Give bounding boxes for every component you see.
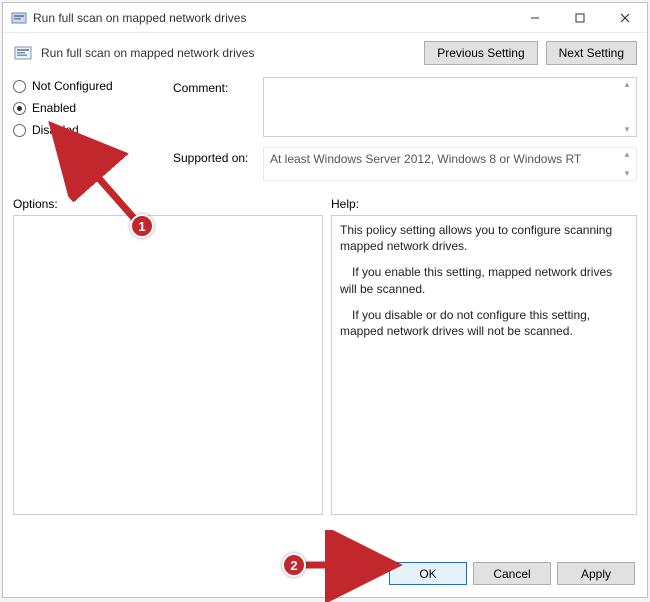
- previous-setting-button[interactable]: Previous Setting: [424, 41, 537, 65]
- help-paragraph: If you enable this setting, mapped netwo…: [340, 264, 628, 296]
- setting-title: Run full scan on mapped network drives: [41, 46, 416, 60]
- apply-button[interactable]: Apply: [557, 562, 635, 585]
- window-controls: [512, 3, 647, 32]
- comment-input[interactable]: ▴▾: [263, 77, 637, 137]
- help-paragraph: If you disable or do not configure this …: [340, 307, 628, 339]
- panes: This policy setting allows you to config…: [3, 215, 647, 552]
- help-paragraph: This policy setting allows you to config…: [340, 222, 628, 254]
- help-pane: This policy setting allows you to config…: [331, 215, 637, 515]
- gpedit-icon: [13, 43, 33, 63]
- section-labels: Options: Help:: [3, 183, 647, 215]
- radio-not-configured[interactable]: Not Configured: [13, 79, 173, 93]
- scroll-arrows: ▴▾: [620, 150, 634, 178]
- options-pane: [13, 215, 323, 515]
- scroll-arrows: ▴▾: [620, 80, 634, 134]
- radio-icon: [13, 102, 26, 115]
- radio-label: Enabled: [32, 101, 76, 115]
- header: Run full scan on mapped network drives P…: [3, 33, 647, 77]
- state-and-meta: Not Configured Enabled Disabled Comment:…: [3, 77, 647, 183]
- radio-icon: [13, 124, 26, 137]
- window-title: Run full scan on mapped network drives: [33, 11, 512, 25]
- policy-icon: [11, 10, 27, 26]
- cancel-button[interactable]: Cancel: [473, 562, 551, 585]
- meta-fields: Comment: ▴▾ Supported on: At least Windo…: [173, 77, 637, 181]
- radio-icon: [13, 80, 26, 93]
- close-button[interactable]: [602, 3, 647, 32]
- radio-label: Not Configured: [32, 79, 113, 93]
- supported-on-value: At least Windows Server 2012, Windows 8 …: [263, 147, 637, 181]
- comment-label: Comment:: [173, 77, 263, 95]
- next-setting-button[interactable]: Next Setting: [546, 41, 637, 65]
- state-radios: Not Configured Enabled Disabled: [13, 77, 173, 181]
- gpedit-policy-dialog: Run full scan on mapped network drives R…: [2, 2, 648, 598]
- help-label: Help:: [331, 197, 637, 211]
- supported-on-label: Supported on:: [173, 147, 263, 165]
- ok-button[interactable]: OK: [389, 562, 467, 585]
- titlebar: Run full scan on mapped network drives: [3, 3, 647, 33]
- maximize-button[interactable]: [557, 3, 602, 32]
- radio-enabled[interactable]: Enabled: [13, 101, 173, 115]
- dialog-footer: OK Cancel Apply: [3, 552, 647, 597]
- radio-disabled[interactable]: Disabled: [13, 123, 173, 137]
- minimize-button[interactable]: [512, 3, 557, 32]
- radio-label: Disabled: [32, 123, 79, 137]
- options-label: Options:: [13, 197, 331, 211]
